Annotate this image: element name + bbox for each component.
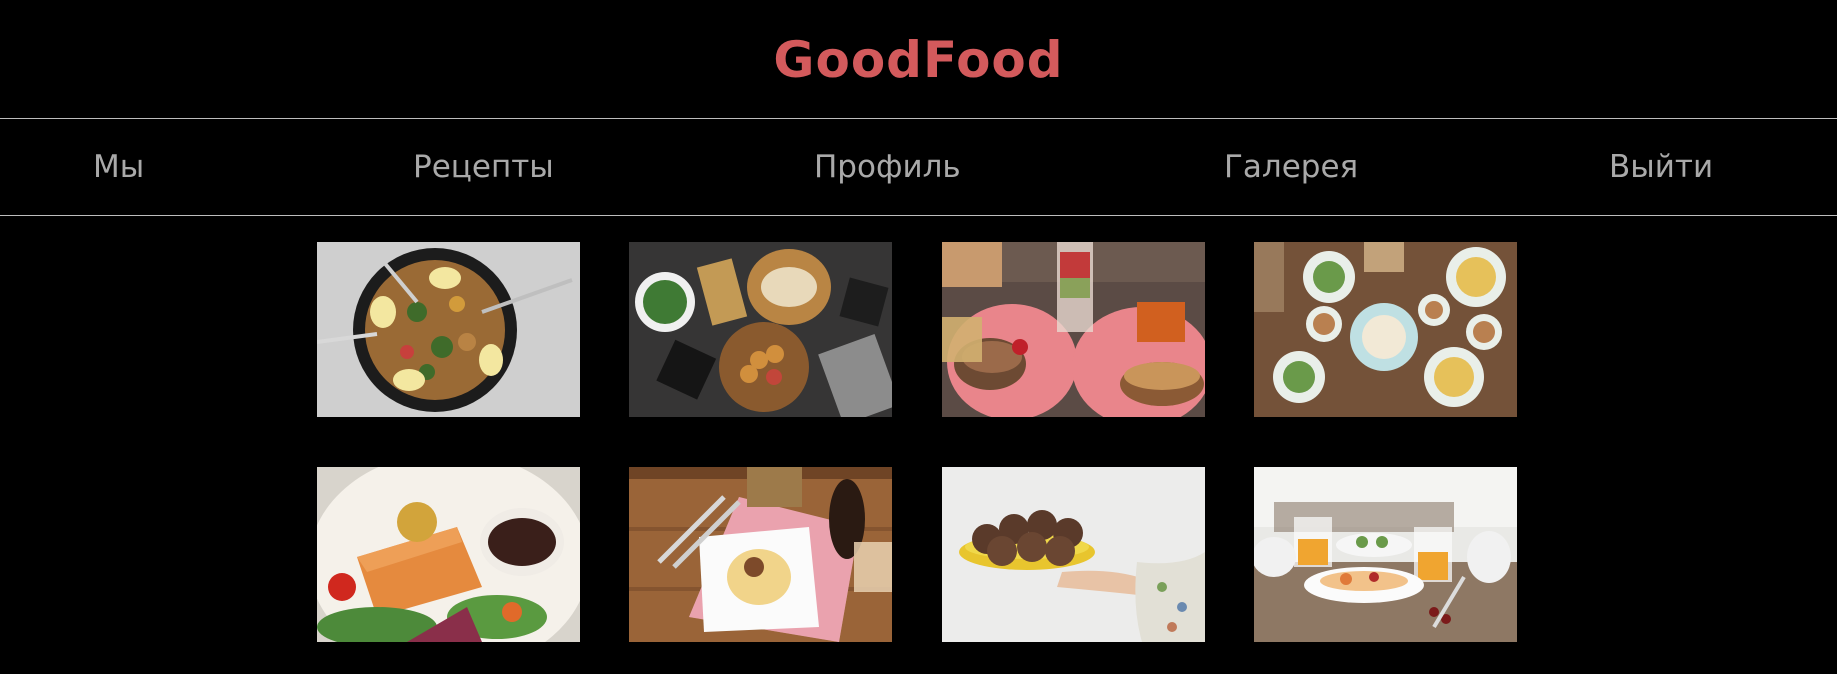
photo-gallery xyxy=(0,0,1837,674)
muffins-plate-photo[interactable] xyxy=(942,467,1205,642)
pasta-plate-photo[interactable] xyxy=(629,467,892,642)
burgers-and-fries-photo[interactable] xyxy=(942,242,1205,417)
breakfast-window-photo[interactable] xyxy=(1254,467,1517,642)
breakfast-table-photo[interactable] xyxy=(1254,242,1517,417)
appetizer-table-photo[interactable] xyxy=(629,242,892,417)
paella-pan-photo[interactable] xyxy=(317,242,580,417)
salmon-salad-photo[interactable] xyxy=(317,467,580,642)
